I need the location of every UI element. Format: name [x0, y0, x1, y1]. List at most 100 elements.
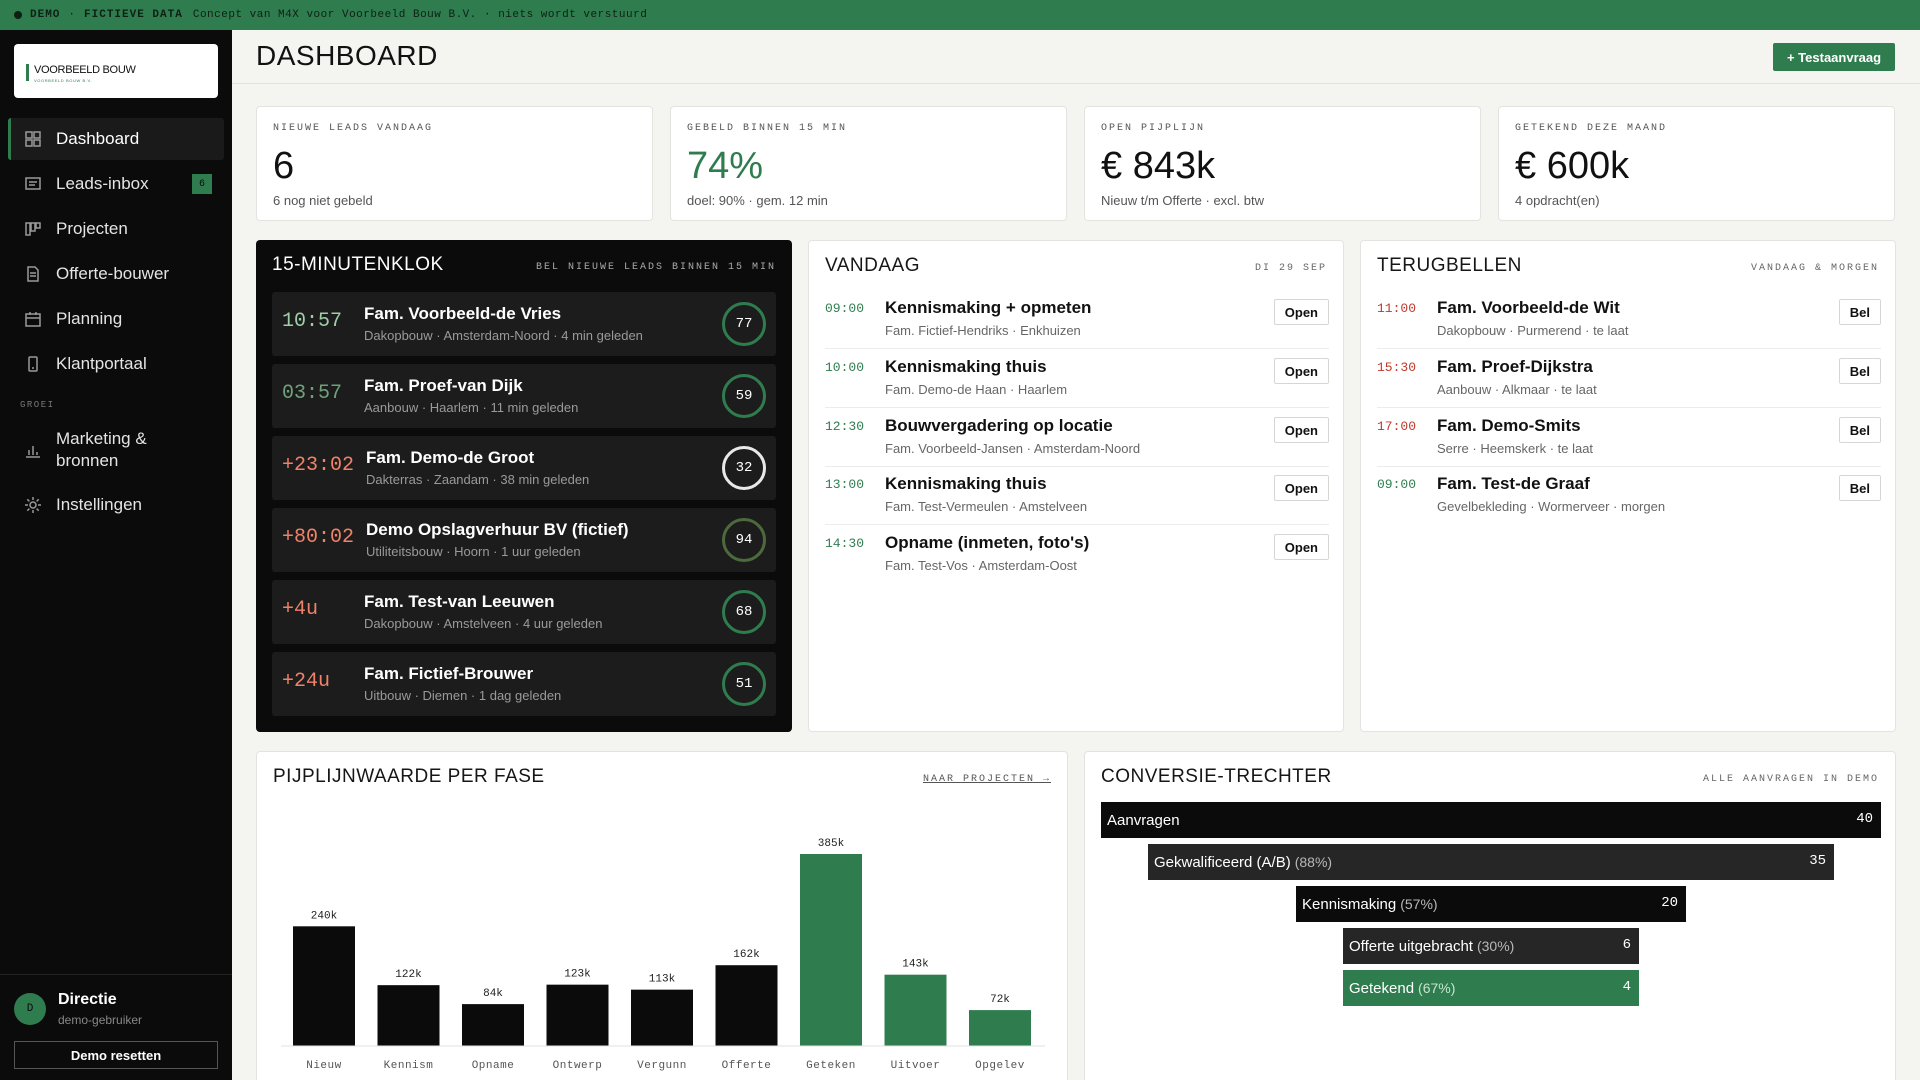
panel-title: TERUGBELLEN — [1377, 255, 1522, 276]
lead-meta: Utiliteitsbouw · Hoorn · 1 uur geleden — [366, 544, 581, 559]
pipeline-chart-panel: PIJPLIJNWAARDE PER FASE NAAR PROJECTEN →… — [256, 751, 1068, 1080]
bar-offerte[interactable] — [715, 965, 778, 1046]
lead-row[interactable]: 03:57 Fam. Proef-van Dijk Aanbouw · Haar… — [272, 364, 776, 428]
banner-data-label: FICTIEVE DATA — [84, 9, 183, 21]
today-panel: VANDAAG DI 29 SEP 09:00 Kennismaking + o… — [808, 240, 1344, 732]
appointment-time: 10:00 — [825, 360, 865, 375]
lead-row[interactable]: +24u Fam. Fictief-Brouwer Uitbouw · Diem… — [272, 652, 776, 716]
appointment-sub: Fam. Voorbeeld-Jansen · Amsterdam-Noord — [885, 441, 1141, 456]
lead-row[interactable]: +80:02 Demo Opslagverhuur BV (fictief) U… — [272, 508, 776, 572]
avatar[interactable]: D — [14, 993, 46, 1025]
sidebar-item-offerte-bouwer[interactable]: Offerte-bouwer — [8, 253, 224, 295]
sidebar-item-planning[interactable]: Planning — [8, 298, 224, 340]
kpi-label: GETEKEND DEZE MAAND — [1515, 123, 1668, 134]
sidebar-item-instellingen[interactable]: Instellingen — [8, 484, 224, 526]
lead-timer: 10:57 — [282, 310, 343, 333]
bar-value-label: 122k — [395, 969, 422, 981]
lead-score: 59 — [722, 374, 766, 418]
lead-timer: +23:02 — [282, 454, 355, 477]
lead-meta: Aanbouw · Haarlem · 11 min geleden — [364, 400, 579, 415]
sidebar-item-klantportaal[interactable]: Klantportaal — [8, 343, 224, 385]
bar-uitvoer[interactable] — [884, 974, 947, 1046]
appointment-time: 12:30 — [825, 419, 865, 434]
bar-geteken[interactable] — [800, 854, 862, 1046]
logo-accent-bar — [26, 64, 29, 81]
call-button[interactable]: Bel — [1838, 475, 1881, 501]
funnel-stage-percent: (67%) — [1418, 980, 1456, 996]
lead-meta: Dakterras · Zaandam · 38 min geleden — [366, 472, 590, 487]
sidebar-item-label: Offerte-bouwer — [56, 264, 170, 283]
open-button[interactable]: Open — [1273, 299, 1329, 325]
kpi-subtext: 4 opdracht(en) — [1515, 193, 1600, 208]
kpi-card-open-pipeline: OPEN PIJPLIJN € 843k Nieuw t/m Offerte ·… — [1084, 106, 1481, 221]
conversion-funnel-panel: CONVERSIE-TRECHTER ALLE AANVRAGEN IN DEM… — [1084, 751, 1896, 1080]
open-button[interactable]: Open — [1273, 534, 1329, 560]
lead-row[interactable]: +23:02 Fam. Demo-de Groot Dakterras · Za… — [272, 436, 776, 500]
bar-value-label: 162k — [733, 949, 760, 961]
callback-time: 15:30 — [1377, 360, 1417, 375]
leads-count-badge: 6 — [192, 174, 212, 194]
panel-meta: ALLE AANVRAGEN IN DEMO — [1702, 774, 1879, 785]
banner-text: Concept van M4X voor Voorbeeld Bouw B.V.… — [192, 9, 648, 21]
appointment-row: 14:30 Opname (inmeten, foto's) Fam. Test… — [825, 526, 1329, 584]
funnel-stage-label: Getekend — [1349, 979, 1415, 997]
funnel-stage-label: Gekwalificeerd (A/B) — [1154, 853, 1291, 871]
bar-nieuw[interactable] — [293, 926, 355, 1046]
header-divider — [232, 83, 1920, 84]
kpi-value: € 843k — [1101, 145, 1216, 187]
sidebar-item-projecten[interactable]: Projecten — [8, 208, 224, 250]
lead-name: Fam. Proef-van Dijk — [364, 376, 523, 395]
lead-row[interactable]: +4u Fam. Test-van Leeuwen Dakopbouw · Am… — [272, 580, 776, 644]
user-role: demo-gebruiker — [58, 1013, 143, 1027]
bar-value-label: 84k — [483, 988, 503, 1000]
sidebar-item-marketing[interactable]: Marketing & bronnen — [8, 422, 224, 478]
lead-score: 32 — [722, 446, 766, 490]
bar-value-label: 143k — [902, 959, 929, 971]
call-button[interactable]: Bel — [1838, 358, 1881, 384]
open-button[interactable]: Open — [1273, 417, 1329, 443]
page-title: DASHBOARD — [256, 40, 438, 71]
call-button[interactable]: Bel — [1838, 299, 1881, 325]
category-label: Opname — [472, 1060, 515, 1072]
bar-opname[interactable] — [462, 1004, 524, 1046]
lead-timer: +4u — [282, 598, 319, 621]
callback-row: 11:00 Fam. Voorbeeld-de Wit Dakopbouw · … — [1377, 291, 1881, 349]
sidebar: VOORBEELD BOUW VOORBEELD BOUW B.V. Dashb… — [0, 30, 232, 1080]
panel-title: CONVERSIE-TRECHTER — [1101, 766, 1332, 787]
lead-name: Fam. Fictief-Brouwer — [364, 664, 534, 683]
bar-value-label: 123k — [564, 969, 591, 981]
sidebar-item-leads-inbox[interactable]: Leads-inbox 6 — [8, 163, 224, 205]
appointment-title: Bouwvergadering op locatie — [885, 416, 1113, 435]
call-button[interactable]: Bel — [1838, 417, 1881, 443]
brand-logo[interactable]: VOORBEELD BOUW VOORBEELD BOUW B.V. — [14, 44, 218, 98]
bar-ontwerp[interactable] — [546, 984, 609, 1046]
lead-score: 68 — [722, 590, 766, 634]
status-dot-icon — [14, 11, 22, 19]
bar-kennism[interactable] — [377, 985, 440, 1046]
kpi-subtext: Nieuw t/m Offerte · excl. btw — [1101, 193, 1265, 208]
appointment-row: 09:00 Kennismaking + opmeten Fam. Fictie… — [825, 291, 1329, 349]
lead-row[interactable]: 10:57 Fam. Voorbeeld-de Vries Dakopbouw … — [272, 292, 776, 356]
callback-row: 09:00 Fam. Test-de Graaf Gevelbekleding … — [1377, 467, 1881, 525]
funnel-stage-kennismaking: Kennismaking (57%) 20 — [1296, 886, 1686, 922]
bar-value-label: 385k — [818, 838, 845, 850]
sidebar-item-dashboard[interactable]: Dashboard — [8, 118, 224, 160]
callback-time: 09:00 — [1377, 477, 1417, 492]
open-button[interactable]: Open — [1273, 475, 1329, 501]
lead-name: Demo Opslagverhuur BV (fictief) — [366, 520, 629, 539]
sidebar-section-label: GROEI — [20, 400, 55, 410]
bar-vergunn[interactable] — [631, 989, 693, 1046]
sidebar-item-label: Marketing & bronnen — [56, 429, 147, 470]
bar-opgelev[interactable] — [969, 1010, 1031, 1046]
appointment-row: 13:00 Kennismaking thuis Fam. Test-Verme… — [825, 467, 1329, 525]
panel-meta: DI 29 SEP — [1254, 263, 1327, 274]
category-label: Opgelev — [975, 1060, 1025, 1072]
test-request-button[interactable]: + Testaanvraag — [1773, 43, 1895, 71]
kpi-value: 6 — [273, 145, 295, 187]
reset-demo-button[interactable]: Demo resetten — [14, 1041, 218, 1069]
open-button[interactable]: Open — [1273, 358, 1329, 384]
banner-demo-label: DEMO — [30, 9, 61, 21]
bar-value-label: 113k — [649, 974, 676, 986]
funnel-stage-percent: (30%) — [1476, 938, 1515, 954]
funnel-stage-percent: (57%) — [1400, 896, 1438, 912]
